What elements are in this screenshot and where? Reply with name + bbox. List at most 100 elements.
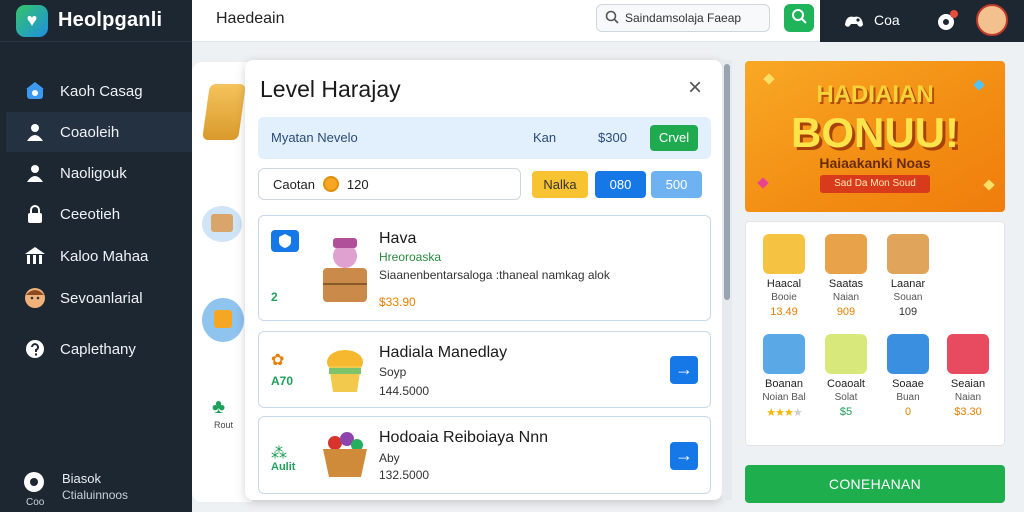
box-icon [202,206,242,242]
reward-item[interactable]: Haacal Booie 13.49 [754,234,814,318]
rating-stars: ★★★★ [766,407,802,419]
reward-item[interactable]: Coaoalt Solat $5 [816,334,876,418]
store-icon [24,245,46,267]
user-label[interactable]: Coa [874,12,900,28]
help-icon [24,338,46,360]
reward-title: Seaian [950,378,986,390]
sidebar-item-label: Naoligouk [60,164,127,182]
continue-button[interactable]: CONEHANAN [745,465,1005,503]
settings-icon [24,472,44,492]
sidebar-footer[interactable]: Biasok Ctialuinnoos Coo [24,470,129,508]
close-icon[interactable]: × [683,76,707,100]
reward-item[interactable]: Seaian Naian $3.30 [938,334,998,418]
modal-scrollbar[interactable] [722,60,732,500]
crate-icon [825,234,867,274]
reward-item[interactable]: Saatas Naian 909 [816,234,876,318]
flower-icon: ✿ [271,352,285,369]
banner-line-1: HADIAIAN [816,81,934,108]
sidebar-item-label: Caplethany [60,340,136,358]
reward-subtitle: Solat [834,392,858,403]
search-button[interactable] [784,4,814,32]
sidebar-item-label: Kaoh Casag [60,82,143,100]
list-item[interactable]: 2 Hava Hreoroaska Siaanenbentarsaloga :t… [258,215,711,321]
coin-icon [322,176,339,192]
reward-subtitle: Souan [893,292,923,303]
reward-subtitle: Buan [896,392,920,403]
banner-line-2: BONUU! [791,109,959,156]
reward-title: Saatas [828,278,864,290]
trophy-icon [202,84,246,140]
reward-subtitle: Noian Bal [762,392,806,403]
clover-caption: Rout [214,420,234,430]
filter-field[interactable]: Caotan 120 [258,168,521,200]
banner-line-3: Haiaakanki Noas [819,155,931,171]
reward-title: Boanan [765,378,803,390]
avatar[interactable] [976,4,1008,36]
list-item[interactable]: ⁂ Aulit Hodoaia Reiboiaya Nnn Aby 132.50… [258,416,711,494]
gear-icon[interactable] [934,8,960,34]
item-description: Siaanenbentarsaloga :thaneal namkag alok [379,268,610,282]
reward-item[interactable]: Laanar Souan 109 [878,234,938,318]
filter-button-light[interactable]: 500 [651,171,702,198]
reward-value: 0 [904,406,912,418]
app-logo-row[interactable]: ♥ Heolpganli [0,0,192,42]
sidebar-item-home[interactable]: Kaoh Casag [6,71,192,111]
scroll-thumb[interactable] [724,64,730,300]
summary-label: Myatan Nevelo [271,130,358,145]
page-title: Haedeain [216,10,285,27]
arrow-right-icon[interactable]: → [670,442,698,470]
item-price: 132.5000 [379,468,430,482]
app-name: Heolpganli [58,9,163,31]
sidebar-item-groups[interactable]: Naoligouk [6,153,192,193]
reward-title: Coaoalt [827,378,865,390]
present-icon [947,334,989,374]
item-name: Hodoaia Reiboiaya Nnn [379,429,548,446]
character-crate-icon [317,234,373,302]
footer-subtitle: Ctialuinnoos [62,488,129,502]
item-name: Hadiala Manedlay [379,344,508,361]
filter-value: 120 [346,176,369,192]
gamepad-icon[interactable] [842,9,866,33]
sidebar-item-store[interactable]: Kaloo Mahaa [6,236,192,276]
search-input[interactable]: Saindamsolaja Faeap [596,4,770,32]
reward-item[interactable]: Boanan Noian Bal ★★★★ [754,334,814,419]
filter-button-yellow[interactable]: Nalka [532,171,588,198]
honey-pot-icon [317,342,373,400]
reward-value: 13.49 [770,306,798,318]
reward-value: 109 [898,306,918,318]
sidebar-item-profile[interactable]: Sevoanlarial [6,278,192,318]
reward-title: Laanar [890,278,926,290]
user-icon [24,121,46,143]
summary-col2: $300 [598,130,627,145]
item-name: Hava [379,230,417,247]
sidebar-item-help[interactable]: Caplethany [6,329,192,369]
reward-item[interactable]: Soaae Buan 0 [878,334,938,418]
box-icon [887,234,929,274]
user-area: Coa [820,0,1024,42]
sparkle-icon [983,179,995,191]
item-price: $33.90 [379,295,416,309]
reward-title: Soaae [892,378,924,390]
sidebar-item-security[interactable]: Ceeotieh [6,194,192,234]
reward-value: $5 [839,406,853,418]
item-badge: Aulit [271,461,296,473]
sidebar-item-label: Coaoleih [60,123,120,141]
list-item[interactable]: ✿ A70 Hadiala Manedlay Soyp 144.5000 → [258,331,711,408]
modal-title: Level Harajay [260,76,401,102]
bonus-banner[interactable]: HADIAIAN BONUU! Haiaakanki Noas Sad Da M… [745,61,1005,212]
filter-button-blue[interactable]: 080 [595,171,646,198]
footer-badge: Coo [26,497,45,508]
home-icon [24,80,46,102]
summary-col1: Kan [533,130,557,145]
arrow-right-icon[interactable]: → [670,356,698,384]
app-logo-icon: ♥ [16,4,48,37]
summary-button[interactable]: Crvel [650,125,698,151]
sidebar: ♥ Heolpganli Kaoh Casag Coaoleih Naoligo… [0,0,192,512]
gift-icon [202,298,244,342]
banner-line-4: Sad Da Mon Soud [820,175,930,193]
sidebar-item-users[interactable]: Coaoleih [6,112,192,152]
sidebar-item-label: Sevoanlarial [60,289,143,307]
item-badge: 2 [271,290,278,304]
footer-title: Biasok [62,471,102,486]
item-subtitle: Hreoroaska [379,250,442,264]
